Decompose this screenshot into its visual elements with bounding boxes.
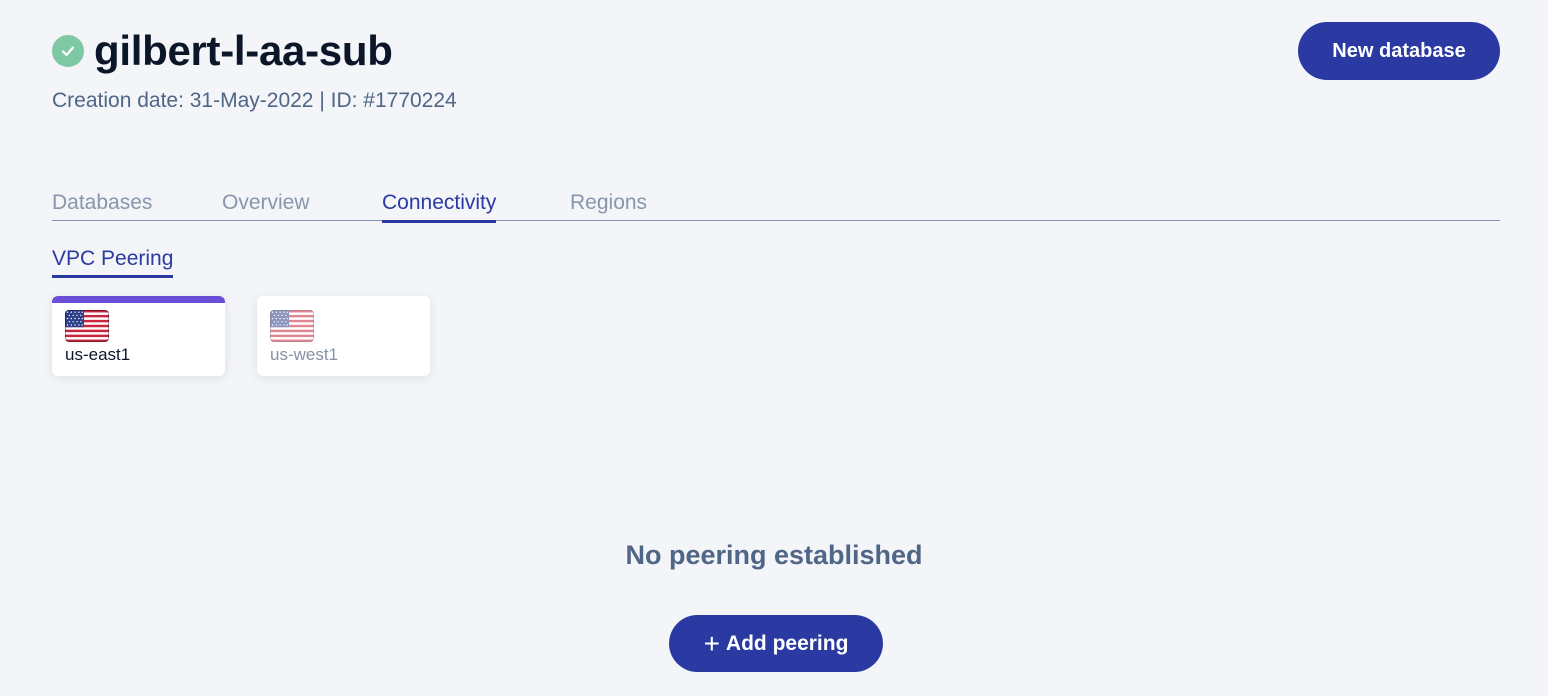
tab-regions[interactable]: Regions (570, 190, 647, 220)
tab-overview[interactable]: Overview (222, 190, 310, 220)
add-peering-label: Add peering (725, 631, 849, 655)
subscription-meta: Creation date: 31-May-2022 | ID: #177022… (52, 89, 457, 112)
region-label: us-west1 (270, 345, 339, 364)
add-peering-button[interactable]: + Add peering (669, 615, 883, 672)
us-flag-icon (65, 310, 109, 342)
title-row: gilbert-l-aa-sub (52, 26, 393, 76)
page: gilbert-l-aa-sub Creation date: 31-May-2… (0, 0, 1548, 696)
tab-bar: Databases Overview Connectivity Regions (52, 186, 1500, 223)
region-label: us-east1 (65, 345, 131, 364)
new-database-button[interactable]: New database (1298, 22, 1500, 80)
region-card-us-west1[interactable]: us-west1 (257, 296, 430, 376)
us-flag-icon (270, 310, 314, 342)
check-circle-icon (52, 35, 84, 67)
empty-state-message: No peering established (625, 540, 923, 570)
tab-connectivity[interactable]: Connectivity (382, 190, 497, 223)
page-title: gilbert-l-aa-sub (94, 27, 393, 74)
plus-icon: + (703, 627, 720, 659)
subtab-vpc-peering[interactable]: VPC Peering (52, 246, 174, 278)
tab-databases[interactable]: Databases (52, 190, 152, 220)
region-card-us-east1[interactable]: us-east1 (52, 296, 225, 376)
